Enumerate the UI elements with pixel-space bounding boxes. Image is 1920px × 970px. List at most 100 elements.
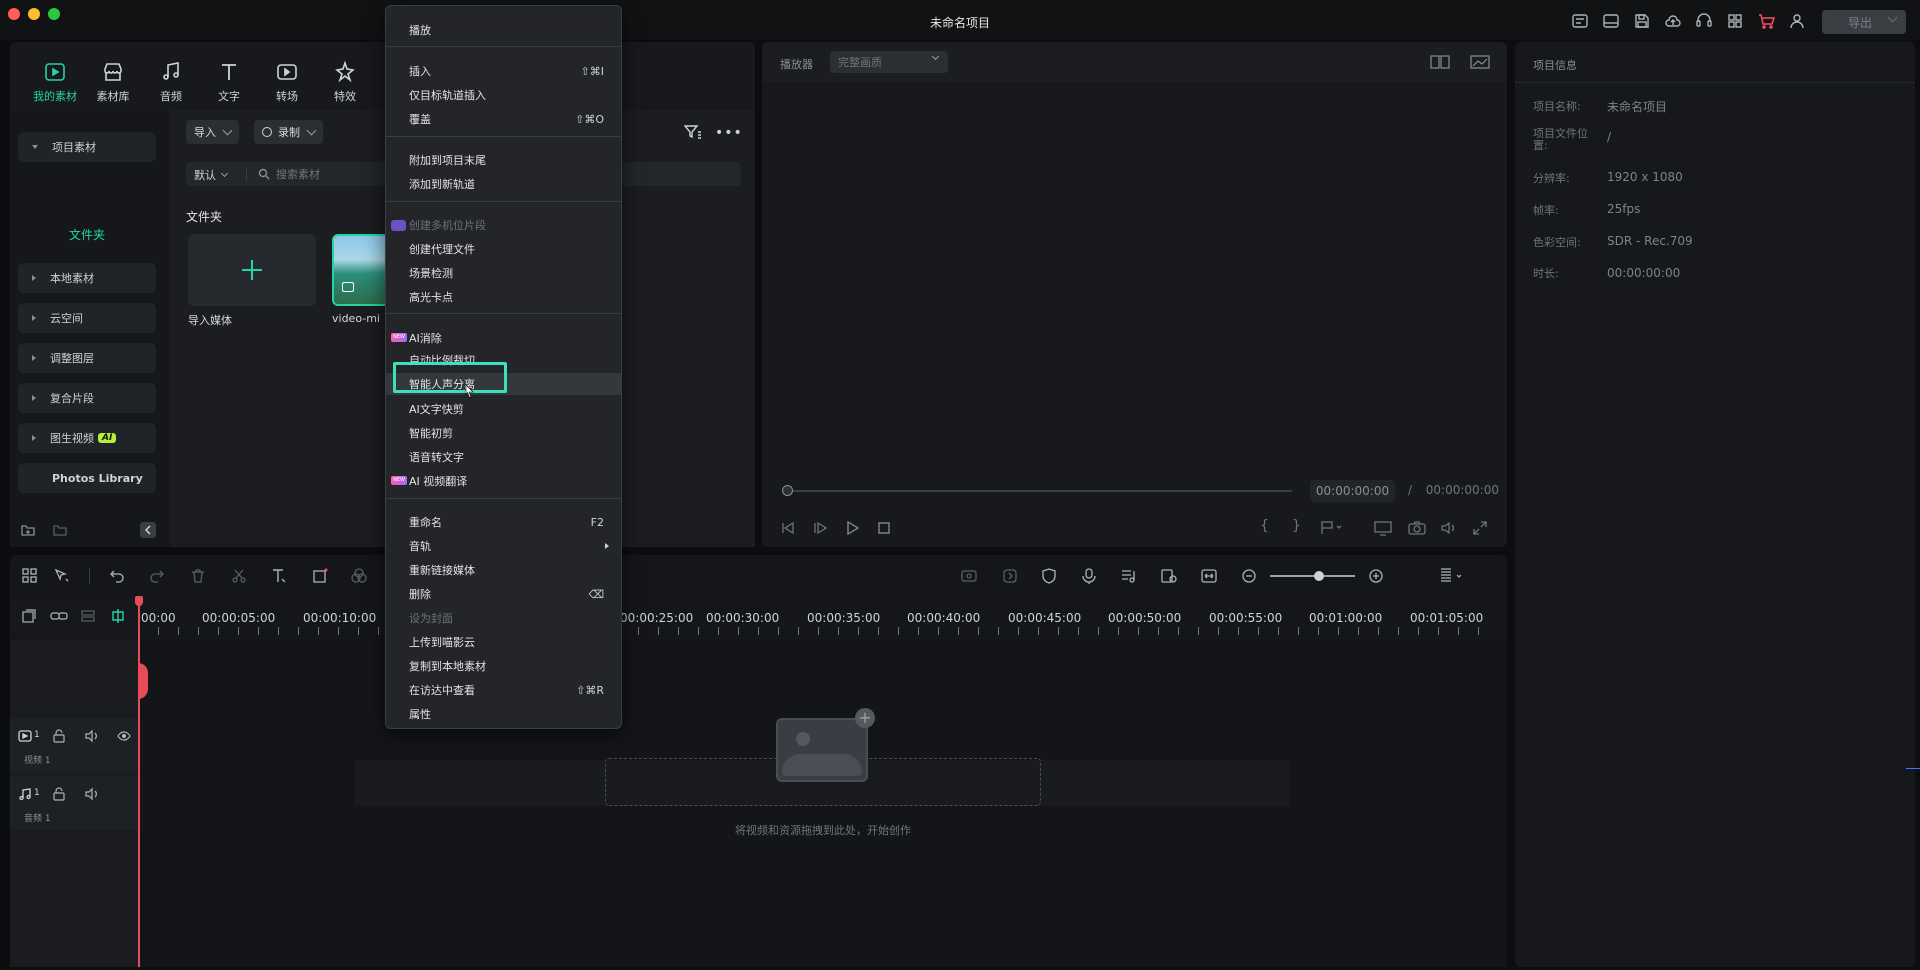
select-tool-icon[interactable] (53, 567, 71, 585)
account-icon[interactable] (1788, 12, 1806, 30)
record-dropdown[interactable]: 录制 (254, 120, 323, 144)
fullscreen-icon[interactable] (1472, 520, 1488, 536)
zoom-in-icon[interactable] (1367, 567, 1385, 585)
sidebar-item-image-to-video[interactable]: 图生视频 AI (18, 423, 156, 453)
menu-item-properties[interactable]: 属性 (386, 703, 621, 725)
mute-icon[interactable] (85, 729, 99, 743)
new-folder-icon[interactable] (20, 522, 36, 538)
sidebar-item-photos-library[interactable]: Photos Library (18, 463, 156, 493)
text-tool-icon[interactable] (270, 567, 288, 585)
screenshot-icon[interactable] (1408, 520, 1426, 536)
menu-item-ai-remove[interactable]: NEW AI消除 (386, 327, 621, 349)
cart-icon[interactable] (1757, 12, 1775, 30)
fit-icon[interactable] (1200, 567, 1218, 585)
menu-item-play[interactable]: 播放 (386, 19, 621, 41)
play-reverse-icon[interactable] (812, 520, 828, 536)
play-icon[interactable] (844, 520, 860, 536)
zoom-out-icon[interactable] (1240, 567, 1258, 585)
sidebar-item-project-media[interactable]: 项目素材 (18, 132, 156, 162)
preview-icon[interactable] (1160, 567, 1178, 585)
more-options-icon[interactable]: ••• (715, 126, 743, 140)
playhead-grip[interactable] (138, 663, 148, 699)
tab-my-media[interactable]: 我的素材 (26, 60, 84, 104)
menu-item-rename[interactable]: 重命名 F2 (386, 511, 621, 533)
video-clip-thumbnail[interactable] (332, 234, 392, 306)
marker-icon[interactable] (1320, 520, 1344, 536)
menu-item-insert[interactable]: 插入 ⇧⌘I (386, 60, 621, 82)
export-button[interactable]: 导出 (1822, 10, 1906, 34)
menu-item-beat-sync[interactable]: 高光卡点 (386, 286, 621, 308)
playhead-handle[interactable] (135, 596, 143, 606)
menu-item-audio-track[interactable]: 音轨 (386, 535, 621, 557)
support-icon[interactable] (1695, 12, 1713, 30)
undo-icon[interactable] (108, 567, 126, 585)
zoom-slider-handle[interactable] (1314, 571, 1324, 581)
display-icon[interactable] (1374, 520, 1392, 536)
menu-item-ai-video-translate[interactable]: NEW AI 视频翻译 (386, 470, 621, 492)
collapse-sidebar-button[interactable] (140, 522, 156, 538)
menu-item-append-to-end[interactable]: 附加到项目末尾 (386, 149, 621, 171)
previous-frame-icon[interactable] (780, 520, 796, 536)
eye-icon[interactable] (117, 729, 131, 743)
quality-dropdown[interactable]: 完整画质 (830, 51, 948, 73)
redo-icon[interactable] (148, 567, 166, 585)
menu-item-insert-target-track[interactable]: 仅目标轨道插入 (386, 84, 621, 106)
progress-handle[interactable] (782, 485, 793, 496)
link-icon[interactable] (50, 608, 68, 624)
track-manager-icon[interactable] (80, 608, 96, 624)
sidebar-folder[interactable]: 文件夹 (18, 226, 156, 243)
menu-item-reveal-in-finder[interactable]: 在访达中查看 ⇧⌘R (386, 679, 621, 701)
sidebar-item-local[interactable]: 本地素材 (18, 263, 156, 293)
mark-in-icon[interactable]: { (1260, 518, 1269, 534)
auto-reframe-icon[interactable] (960, 567, 978, 585)
import-media-tile[interactable] (188, 234, 316, 306)
split-icon[interactable] (230, 567, 248, 585)
crop-icon[interactable] (311, 567, 329, 585)
playhead[interactable] (138, 598, 140, 967)
project-settings-icon[interactable] (1571, 12, 1589, 30)
apps-grid-icon[interactable] (1726, 12, 1744, 30)
menu-item-smart-cut[interactable]: 智能初剪 (386, 422, 621, 444)
progress-track[interactable] (782, 490, 1292, 492)
layout-icon[interactable] (1602, 12, 1620, 30)
menu-item-relink-media[interactable]: 重新链接媒体 (386, 559, 621, 581)
sidebar-item-cloud[interactable]: 云空间 (18, 303, 156, 333)
menu-item-speech-to-text[interactable]: 语音转文字 (386, 446, 621, 468)
speed-icon[interactable] (1001, 567, 1019, 585)
filter-icon[interactable] (684, 124, 702, 140)
magnet-snap-icon[interactable] (110, 608, 126, 624)
stop-icon[interactable] (876, 520, 892, 536)
lock-icon[interactable] (52, 729, 66, 743)
audio-list-icon[interactable] (1120, 567, 1138, 585)
lock-icon[interactable] (52, 787, 66, 801)
cloud-upload-icon[interactable] (1664, 12, 1682, 30)
sort-dropdown[interactable]: 默认 (194, 167, 229, 183)
folder-icon[interactable] (52, 522, 68, 538)
add-track-icon[interactable] (21, 608, 37, 624)
menu-item-add-new-track[interactable]: 添加到新轨道 (386, 173, 621, 195)
color-icon[interactable] (350, 567, 368, 585)
snapshot-view-icon[interactable] (1470, 54, 1490, 70)
microphone-icon[interactable] (1080, 567, 1098, 585)
volume-icon[interactable] (1440, 520, 1458, 536)
menu-item-upload-cloud[interactable]: 上传到喵影云 (386, 631, 621, 653)
mute-icon[interactable] (85, 787, 99, 801)
menu-item-delete[interactable]: 删除 ⌫ (386, 583, 621, 605)
import-dropdown[interactable]: 导入 (186, 120, 239, 144)
menu-item-overwrite[interactable]: 覆盖 ⇧⌘O (386, 108, 621, 130)
sidebar-item-compound[interactable]: 复合片段 (18, 383, 156, 413)
tab-audio[interactable]: 音频 (142, 60, 200, 104)
save-icon[interactable] (1633, 12, 1651, 30)
shield-icon[interactable] (1040, 567, 1058, 585)
menu-item-ai-text-edit[interactable]: AI文字快剪 (386, 398, 621, 420)
menu-item-create-proxy[interactable]: 创建代理文件 (386, 238, 621, 260)
menu-item-scene-detection[interactable]: 场景检测 (386, 262, 621, 284)
mark-out-icon[interactable]: } (1292, 518, 1301, 534)
tab-stock[interactable]: 素材库 (84, 60, 142, 104)
tab-effects[interactable]: 特效 (316, 60, 374, 104)
grid-view-icon[interactable] (1430, 54, 1450, 70)
tab-text[interactable]: 文字 (200, 60, 258, 104)
delete-icon[interactable] (189, 567, 207, 585)
zoom-slider[interactable] (1270, 575, 1355, 577)
layout-grid-icon[interactable] (21, 567, 39, 585)
